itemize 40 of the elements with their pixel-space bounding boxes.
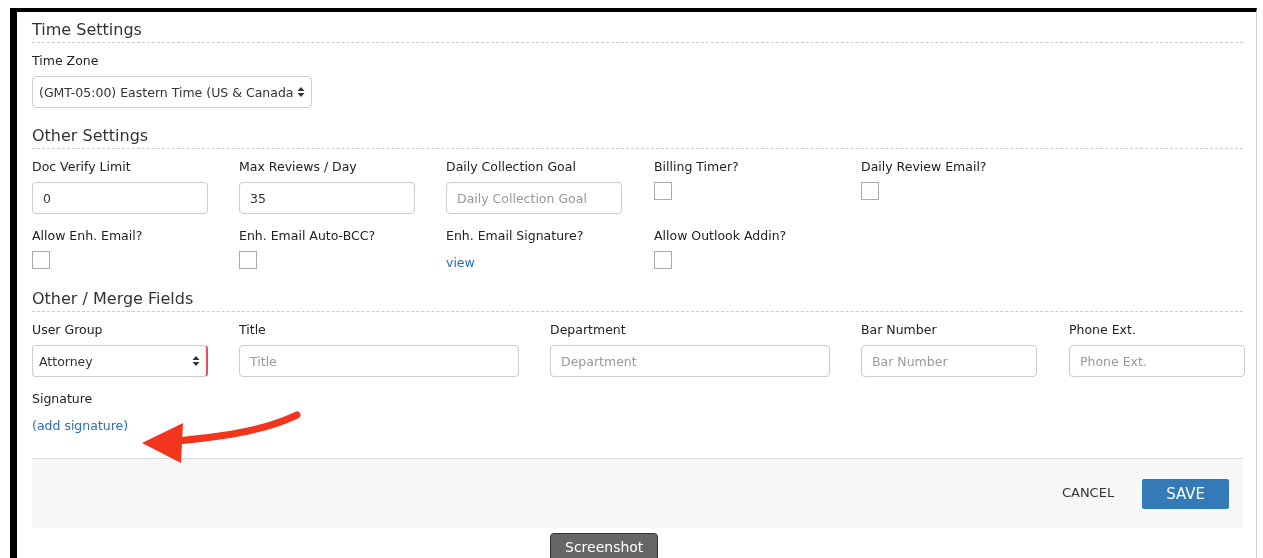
field-label: Enh. Email Signature? (446, 228, 585, 243)
select-field[interactable]: (GMT-05:00) Eastern Time (US & Canada (32, 76, 312, 108)
field-label: Department (550, 322, 627, 337)
field-label: Billing Timer? (654, 159, 740, 174)
field-label: Signature (32, 391, 94, 406)
field-label: Phone Ext. (1069, 322, 1137, 337)
save-button[interactable]: SAVE (1142, 479, 1229, 509)
field-label: Title (239, 322, 267, 337)
input-field[interactable]: Department (550, 345, 830, 377)
field-label: Doc Verify Limit (32, 159, 132, 174)
section-title: Time Settings (32, 16, 1243, 43)
input-field[interactable]: Phone Ext. (1069, 345, 1245, 377)
field-label: Allow Enh. Email? (32, 228, 144, 243)
link[interactable]: (add signature) (32, 418, 129, 433)
checkbox[interactable] (239, 251, 257, 269)
field-label: Bar Number (861, 322, 938, 337)
checkbox[interactable] (654, 182, 672, 200)
field-label: Max Reviews / Day (239, 159, 358, 174)
input-field[interactable]: Title (239, 345, 519, 377)
sort-arrows-icon (297, 86, 305, 98)
field-label: User Group (32, 322, 104, 337)
field-label: Enh. Email Auto-BCC? (239, 228, 377, 243)
section-title: Other Settings (32, 122, 1243, 149)
input-field[interactable]: 0 (32, 182, 208, 214)
select-field[interactable]: Attorney (32, 345, 208, 377)
section-title: Other / Merge Fields (32, 285, 1243, 312)
field-label: Time Zone (32, 53, 100, 68)
field-label: Allow Outlook Addin? (654, 228, 788, 243)
checkbox[interactable] (861, 182, 879, 200)
input-field[interactable]: Daily Collection Goal (446, 182, 622, 214)
screenshot-label: Screenshot (550, 533, 659, 558)
input-field[interactable]: 35 (239, 182, 415, 214)
checkbox[interactable] (654, 251, 672, 269)
checkbox[interactable] (32, 251, 50, 269)
cancel-button[interactable]: CANCEL (1061, 479, 1115, 506)
link[interactable]: view (446, 255, 475, 270)
field-label: Daily Collection Goal (446, 159, 577, 174)
input-field[interactable]: Bar Number (861, 345, 1037, 377)
field-label: Daily Review Email? (861, 159, 988, 174)
sort-arrows-icon (192, 355, 200, 367)
